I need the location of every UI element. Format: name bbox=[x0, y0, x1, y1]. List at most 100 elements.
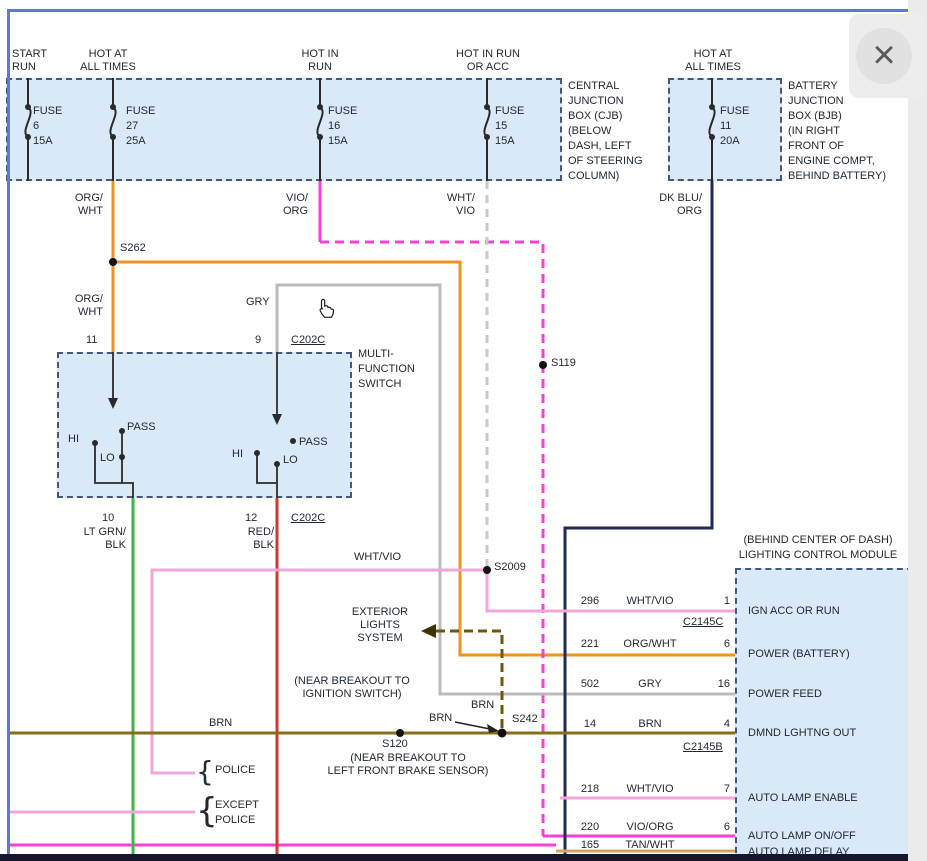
diagram-canvas[interactable]: START RUN HOT AT ALL TIMES HOT IN RUN HO… bbox=[0, 0, 927, 861]
fuse-label: FUSE 6 15A bbox=[33, 104, 62, 149]
wire-label-brn-3: BRN bbox=[471, 699, 494, 712]
wire-label-dk-blu-org: DK BLU/ ORG bbox=[648, 192, 702, 218]
signal-name: AUTO LAMP ENABLE bbox=[748, 792, 858, 805]
fuse-number: 11 bbox=[720, 119, 749, 134]
signal-name: IGN ACC OR RUN bbox=[748, 605, 840, 618]
switch-pos-pass-2: PASS bbox=[299, 436, 328, 449]
bottom-bar bbox=[0, 854, 908, 861]
fuse-name: FUSE bbox=[33, 104, 62, 119]
mfs-internals bbox=[95, 352, 277, 498]
police-label: POLICE bbox=[215, 764, 255, 777]
power-source-label: HOT AT ALL TIMES bbox=[677, 48, 749, 74]
wire-label-org-wht-2: ORG/ WHT bbox=[58, 293, 103, 319]
splice-dots bbox=[109, 258, 547, 738]
wire-number: 502 bbox=[574, 678, 606, 691]
wire-number: 221 bbox=[574, 638, 606, 651]
connector-label-c202c-bottom: C202C bbox=[291, 512, 325, 525]
fuse-number: 16 bbox=[328, 119, 357, 134]
power-source-label: START RUN bbox=[12, 48, 72, 74]
fuse-number: 15 bbox=[495, 119, 524, 134]
except-police-label: EXCEPT POLICE bbox=[215, 798, 259, 828]
wire-color: GRY bbox=[610, 678, 690, 691]
connector-label-c2145c: C2145C bbox=[683, 616, 723, 629]
cursor-pointer bbox=[320, 299, 333, 317]
pin-number: 6 bbox=[702, 638, 730, 651]
wire-number: 296 bbox=[574, 595, 606, 608]
power-source-label: HOT IN RUN OR ACC bbox=[443, 48, 533, 74]
fuse-name: FUSE bbox=[720, 104, 749, 119]
wire-label-gry: GRY bbox=[246, 296, 270, 309]
wire-vio-org-solid bbox=[8, 181, 735, 845]
switch-pos-pass-1: PASS bbox=[127, 421, 156, 434]
signal-name: POWER FEED bbox=[748, 688, 822, 701]
fuse-label: FUSE 15 15A bbox=[495, 104, 524, 149]
splice-label-s2009: S2009 bbox=[494, 561, 526, 574]
fuse-rating: 20A bbox=[720, 134, 749, 149]
police-brace: { bbox=[196, 757, 214, 787]
wire-color: WHT/VIO bbox=[610, 783, 690, 796]
fuse-label: FUSE 16 15A bbox=[328, 104, 357, 149]
fuse-label: FUSE 11 20A bbox=[720, 104, 749, 149]
wire-color: VIO/ORG bbox=[610, 821, 690, 834]
signal-name: AUTO LAMP ON/OFF bbox=[748, 830, 856, 843]
splice-label-s242: S242 bbox=[512, 713, 538, 726]
wire-number: 218 bbox=[574, 783, 606, 796]
wire-color: ORG/WHT bbox=[610, 638, 690, 651]
fuse-name: FUSE bbox=[495, 104, 524, 119]
pin-number: 4 bbox=[702, 718, 730, 731]
wire-label-brn-1: BRN bbox=[209, 717, 232, 730]
power-source-label: HOT AT ALL TIMES bbox=[72, 48, 144, 74]
switch-pos-lo-2: LO bbox=[283, 454, 298, 467]
wire-label-vio-org: VIO/ ORG bbox=[264, 192, 308, 218]
fuse-number: 27 bbox=[126, 119, 155, 134]
pin-label-9: 9 bbox=[255, 334, 261, 347]
splice-label-s262: S262 bbox=[120, 242, 146, 255]
close-icon: × bbox=[856, 28, 912, 82]
wire-color: BRN bbox=[610, 718, 690, 731]
wire-number: 220 bbox=[574, 821, 606, 834]
fuse-name: FUSE bbox=[328, 104, 357, 119]
wire-label-wht-vio-2: WHT/VIO bbox=[354, 551, 401, 564]
wire-dk-blu-org bbox=[565, 181, 712, 856]
right-gutter bbox=[908, 0, 927, 861]
wire-label-org-wht-1: ORG/ WHT bbox=[58, 192, 103, 218]
fuse-name: FUSE bbox=[126, 104, 155, 119]
connector-label-c2145b: C2145B bbox=[683, 741, 723, 754]
pin-label-12: 12 bbox=[245, 512, 257, 525]
pin-number: 6 bbox=[702, 821, 730, 834]
wire-label-red-blk: RED/ BLK bbox=[226, 526, 274, 552]
wire-org-wht bbox=[113, 181, 735, 655]
switch-pos-hi-1: HI bbox=[68, 433, 79, 446]
wire-label-lt-grn-blk: LT GRN/ BLK bbox=[64, 526, 126, 552]
wire-label-brn-2: BRN bbox=[429, 712, 452, 725]
splice-label-s120: S120 bbox=[382, 738, 408, 751]
mfs-note: MULTI- FUNCTION SWITCH bbox=[358, 347, 443, 392]
pin-label-11: 11 bbox=[86, 334, 97, 347]
wire-vio-org-dashed bbox=[320, 242, 543, 836]
wire-number: 165 bbox=[574, 839, 606, 852]
note-exterior-lights: EXTERIOR LIGHTS SYSTEM bbox=[336, 606, 424, 645]
wire-number: 14 bbox=[574, 718, 606, 731]
note-ignition-breakout: (NEAR BREAKOUT TO IGNITION SWITCH) bbox=[286, 675, 418, 701]
wire-label-wht-vio-1: WHT/ VIO bbox=[430, 192, 475, 218]
wire-color: TAN/WHT bbox=[610, 839, 690, 852]
fuse-label: FUSE 27 25A bbox=[126, 104, 155, 149]
fuse-rating: 15A bbox=[328, 134, 357, 149]
power-source-label: HOT IN RUN bbox=[284, 48, 356, 74]
close-button[interactable]: × bbox=[856, 28, 912, 84]
brn-arrow bbox=[455, 722, 499, 733]
fuse-rating: 15A bbox=[33, 134, 62, 149]
note-brake-breakout: (NEAR BREAKOUT TO LEFT FRONT BRAKE SENSO… bbox=[318, 752, 498, 778]
fuse-number: 6 bbox=[33, 119, 62, 134]
pin-label-10: 10 bbox=[102, 512, 114, 525]
wire-color: WHT/VIO bbox=[610, 595, 690, 608]
pin-number: 1 bbox=[702, 595, 730, 608]
signal-name: POWER (BATTERY) bbox=[748, 648, 850, 661]
pin-number: 16 bbox=[702, 678, 730, 691]
switch-pos-hi-2: HI bbox=[232, 448, 243, 461]
lcm-header: (BEHIND CENTER OF DASH) LIGHTING CONTROL… bbox=[726, 533, 910, 563]
pin-number: 7 bbox=[702, 783, 730, 796]
cjb-note: CENTRAL JUNCTION BOX (CJB) (BELOW DASH, … bbox=[568, 79, 668, 184]
fuse-rating: 25A bbox=[126, 134, 155, 149]
splice-label-s119: S119 bbox=[551, 357, 576, 370]
